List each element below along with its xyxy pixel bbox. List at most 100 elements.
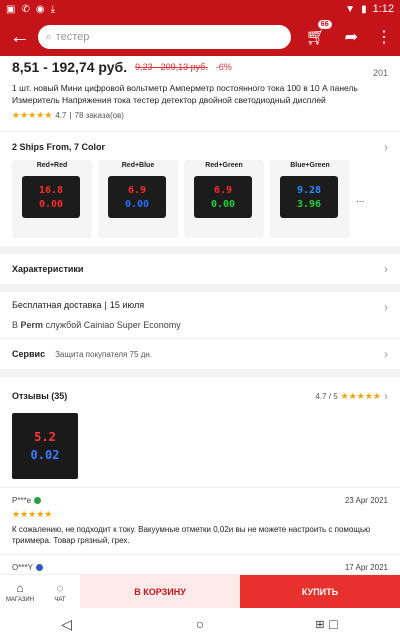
service-label: Сервис (12, 349, 46, 359)
meter-bottom-value: 0.00 (210, 198, 236, 210)
review-text: К сожалению, не подходит к току. Вакуумн… (12, 525, 371, 545)
service-text: Защита покупателя 75 дн. (55, 349, 153, 359)
count-label: 201 (372, 68, 388, 78)
chevron-right-icon: › (384, 140, 388, 154)
price-row: 8,51 - 192,74 руб. 9,23 - 209,13 руб. -6… (0, 56, 400, 78)
chevron-right-icon: › (384, 300, 388, 314)
more-vert-icon[interactable]: ⋮ (376, 27, 392, 47)
clock: 1:12 (372, 3, 394, 15)
cart-button[interactable]: 🛒︎ 66 (305, 19, 333, 48)
back-arrow-icon[interactable]: ← (8, 26, 32, 49)
meter-image: 16.8 0.00 (22, 176, 80, 218)
variant-option[interactable]: Red+Green 6.9 0.00 (184, 160, 264, 238)
whatsapp-icon: ◉ (35, 3, 45, 15)
phone-icon: ✆ (21, 3, 30, 15)
reviews-stars: ★★★★★ (340, 390, 381, 401)
search-placeholder: тестер (55, 31, 90, 43)
app-bar: ← ⌕ тестер 🛒︎ 66 ➦ ⋮ (0, 18, 400, 56)
characteristics-label: Характеристики (12, 264, 84, 274)
photo-bottom-value: 0.02 (30, 448, 60, 462)
old-price: 9,23 - 209,13 руб. (135, 62, 208, 72)
meter-top-value: 6.9 (213, 184, 233, 196)
bottom-action-bar: ⌂ МАГАЗИН ◌ ЧАТ В КОРЗИНУ КУПИТЬ (0, 574, 400, 608)
characteristics-row[interactable]: Характеристики › (0, 254, 400, 284)
buy-now-button[interactable]: КУПИТЬ (240, 575, 400, 608)
review-author-row: P***e 23 Apr 2021 (0, 488, 400, 507)
meter-image: 9.28 3.96 (280, 176, 338, 218)
variant-label: Blue+Green (290, 162, 330, 169)
delivery-prefix: В (12, 320, 19, 330)
chat-icon: ◌ (56, 580, 64, 595)
orders-count: 78 заказа(ов) (74, 111, 124, 120)
rating-value: 4.7 (55, 111, 67, 120)
variant-label: Red+Green (205, 162, 243, 169)
battery-icon: ▮ (361, 3, 367, 15)
reviews-header[interactable]: Отзывы (35) 4.7 / 5 ★★★★★ › (0, 377, 400, 409)
product-content[interactable]: 8,51 - 192,74 руб. 9,23 - 209,13 руб. -6… (0, 56, 400, 574)
reviews-score-value: 4.7 / 5 (315, 391, 338, 401)
delivery-city[interactable]: Perm (21, 320, 44, 330)
chevron-right-icon: › (384, 262, 388, 276)
review-photo[interactable]: 5.2 0.02 (12, 413, 78, 479)
review-author-row: O***Y 17 Apr 2021 (0, 555, 400, 574)
review-date: 23 Apr 2021 (344, 496, 388, 505)
meter-image: 6.9 0.00 (108, 176, 166, 218)
variants-title: 2 Ships From, 7 Color (12, 142, 106, 152)
delivery-date: 15 июля (109, 300, 145, 310)
add-to-cart-button[interactable]: В КОРЗИНУ (80, 575, 240, 608)
store-icon: ⌂ (16, 580, 24, 595)
product-title: 1 шт. новый Мини цифровой вольтметр Ампе… (12, 83, 358, 105)
variant-label: Red+Blue (121, 162, 155, 169)
wifi-icon: ▼ (345, 3, 356, 15)
cart-icon: 🛒︎ (305, 29, 326, 46)
reviewer-name: O***Y (12, 563, 33, 572)
variant-label: Red+Red (36, 162, 68, 169)
screenshot-icon[interactable]: ⊞ (300, 618, 340, 631)
search-input[interactable]: ⌕ тестер (37, 25, 291, 49)
rating-row[interactable]: ★★★★★ 4.7 | 78 заказа(ов) (0, 106, 400, 125)
reviewer-name: P***e (12, 496, 32, 505)
meter-bottom-value: 3.96 (296, 198, 322, 210)
share-icon[interactable]: ➦ (345, 27, 358, 47)
chat-label: ЧАТ (54, 596, 66, 603)
variant-option[interactable]: Blue+Green 9.28 3.96 (270, 160, 350, 238)
meter-bottom-value: 0.00 (124, 198, 150, 210)
nav-back-icon[interactable]: ◁ (47, 616, 87, 633)
notification-icon: ▣ (6, 3, 16, 15)
variant-option[interactable]: Red+Blue 6.9 0.00 (98, 160, 178, 238)
meter-image: 6.9 0.00 (194, 176, 252, 218)
status-bar: ▣ ✆ ◉ ⤓ ▼ ▮ 1:12 (0, 0, 400, 18)
download-icon: ⤓ (50, 3, 55, 15)
country-flag-icon (34, 497, 42, 504)
country-flag-icon (35, 564, 43, 571)
variant-list: Red+Red 16.8 0.00 Red+Blue 6.9 0.00 Red+… (0, 158, 400, 246)
nav-home-icon[interactable]: ○ (180, 616, 220, 632)
delivery-separator: | (104, 300, 107, 310)
meter-top-value: 9.28 (296, 184, 322, 196)
price: 8,51 - 192,74 руб. (12, 59, 128, 75)
system-nav-bar: ◁ ○ □ ⊞ (0, 608, 400, 640)
review-date: 17 Apr 2021 (344, 563, 388, 572)
reviews-title: Отзывы (35) (12, 391, 68, 401)
review-stars: ★★★★★ (12, 509, 53, 519)
chevron-right-icon: › (384, 347, 388, 361)
rating-separator: | (69, 111, 72, 120)
chat-button[interactable]: ◌ ЧАТ (40, 575, 80, 608)
photo-top-value: 5.2 (34, 430, 56, 444)
meter-bottom-value: 0.00 (38, 198, 64, 210)
store-button[interactable]: ⌂ МАГАЗИН (0, 575, 40, 608)
service-row[interactable]: Сервис Защита покупателя 75 дн. › (0, 339, 400, 369)
reviews-score: 4.7 / 5 ★★★★★ › (315, 389, 388, 403)
rating-stars: ★★★★★ (12, 110, 53, 120)
discount-badge: -6% (215, 62, 232, 72)
chevron-right-icon: › (384, 389, 388, 403)
search-icon: ⌕ (45, 30, 52, 43)
variants-header[interactable]: 2 Ships From, 7 Color › (0, 132, 400, 158)
variant-option[interactable]: Red+Red 16.8 0.00 (12, 160, 92, 238)
variants-more[interactable]: ... (356, 160, 364, 238)
delivery-service: службой Cainiao Super Economy (45, 320, 181, 330)
delivery-row[interactable]: Бесплатная доставка | 15 июля › (0, 292, 400, 316)
cart-badge: 66 (316, 19, 333, 30)
delivery-detail: В Perm службой Cainiao Super Economy (0, 316, 400, 338)
meter-top-value: 16.8 (38, 184, 64, 196)
